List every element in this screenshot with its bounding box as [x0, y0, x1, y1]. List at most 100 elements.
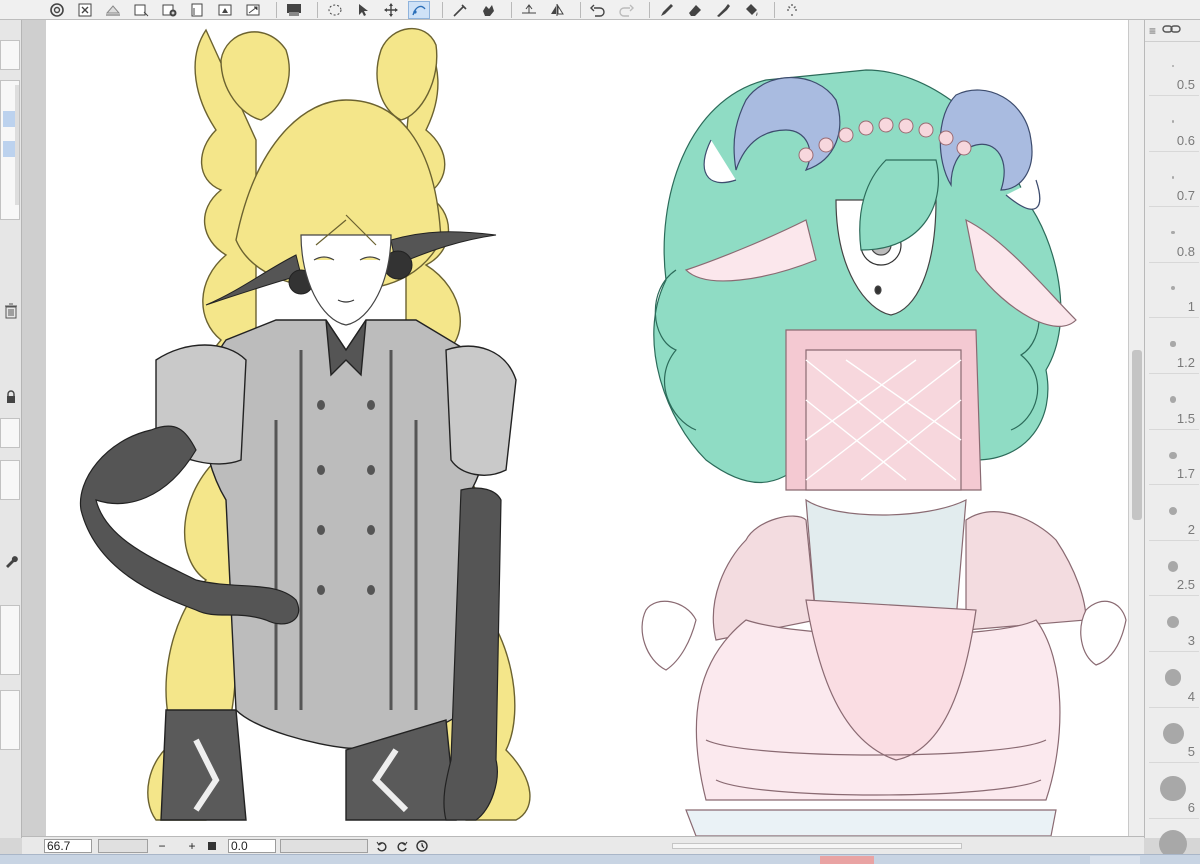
- lasso-select-icon[interactable]: [324, 1, 346, 19]
- brush-size-item[interactable]: 1: [1149, 264, 1199, 319]
- brush-size-label: 0.5: [1176, 77, 1195, 92]
- brush-size-preview-dot: [1167, 561, 1179, 572]
- paint-app-window: ≡ 0.50.60.70.811.21.51.722.534567 66.7 −…: [0, 0, 1200, 864]
- brush-size-preview-dot: [1171, 175, 1175, 179]
- brush-size-panel: ≡ 0.50.60.70.811.21.51.722.534567: [1144, 20, 1200, 864]
- toolbar-divider: [774, 1, 775, 18]
- print-icon[interactable]: [283, 1, 305, 19]
- rotate-right-icon[interactable]: [394, 839, 410, 853]
- brush-size-item[interactable]: 6: [1149, 765, 1199, 819]
- main-toolbar: [0, 0, 1200, 20]
- brush-size-label: 6: [1187, 799, 1195, 815]
- reset-rotation-icon[interactable]: [414, 839, 430, 853]
- brush-size-label: 4: [1187, 688, 1195, 704]
- new-layer-icon[interactable]: [130, 1, 152, 19]
- move-icon[interactable]: [380, 1, 402, 19]
- brush-size-label: 1: [1187, 299, 1195, 315]
- app-logo-icon[interactable]: [46, 1, 68, 19]
- rotate-left-icon[interactable]: [374, 839, 390, 853]
- left-tool-strip: [0, 20, 22, 838]
- brush-size-preview-dot: [1168, 506, 1178, 515]
- zoom-in-button[interactable]: +: [184, 839, 200, 853]
- sub-tool-panel[interactable]: [0, 605, 20, 675]
- trash-icon[interactable]: [2, 302, 20, 320]
- os-taskbar: [0, 854, 1200, 864]
- undo-icon[interactable]: [587, 1, 609, 19]
- brush-size-item[interactable]: 1.7: [1149, 431, 1199, 486]
- hand-icon[interactable]: [477, 1, 499, 19]
- brush-size-item[interactable]: 1.2: [1149, 320, 1199, 374]
- brush-size-item[interactable]: 2.5: [1149, 542, 1199, 597]
- sub-tool-panel[interactable]: [0, 690, 20, 750]
- menu-lines-icon[interactable]: ≡: [1149, 24, 1156, 38]
- panel-header: ≡: [1145, 20, 1200, 42]
- brush-size-item[interactable]: 0.5: [1149, 42, 1199, 96]
- brush-size-item[interactable]: 0.8: [1149, 209, 1199, 263]
- toolbar-divider: [442, 1, 443, 18]
- brush-size-label: 0.8: [1176, 243, 1195, 259]
- layer-list-mini[interactable]: [0, 80, 20, 220]
- brush-size-preview-dot: [1164, 669, 1182, 686]
- brush-size-item[interactable]: 2: [1149, 487, 1199, 541]
- brush-size-label: 2.5: [1176, 577, 1195, 593]
- transform-icon[interactable]: [242, 1, 264, 19]
- horizontal-scrollbar[interactable]: [672, 842, 962, 849]
- brush-size-preview-dot: [1171, 231, 1175, 235]
- tool-property-box[interactable]: [0, 40, 20, 70]
- toolbar-divider: [276, 1, 277, 18]
- canvas-vertical-scrollbar[interactable]: [1128, 20, 1144, 836]
- rotation-field[interactable]: 0.0: [228, 838, 276, 853]
- scrollbar-thumb[interactable]: [1132, 350, 1142, 520]
- zoom-slider[interactable]: [98, 838, 148, 853]
- brush-size-item[interactable]: 0.7: [1149, 153, 1199, 208]
- fill-icon[interactable]: [214, 1, 236, 19]
- rotation-slider[interactable]: [280, 838, 368, 853]
- pen-icon[interactable]: [449, 1, 471, 19]
- drawing-canvas[interactable]: [46, 20, 1128, 836]
- brush-size-item[interactable]: 5: [1149, 709, 1199, 764]
- status-bar: 66.7 − + 0.0: [22, 836, 1144, 854]
- brush-size-label: 0.6: [1176, 132, 1195, 148]
- brush-size-preview-dot: [1169, 451, 1177, 459]
- zoom-out-button[interactable]: −: [154, 839, 170, 853]
- brush-size-preview-dot: [1170, 341, 1176, 347]
- select-arrow-icon[interactable]: [352, 1, 374, 19]
- link-icon[interactable]: [1162, 22, 1182, 40]
- zoom-field[interactable]: 66.7: [44, 838, 92, 853]
- free-transform-icon[interactable]: [408, 0, 430, 19]
- brush-size-preview-dot: [1160, 776, 1186, 802]
- lock-icon[interactable]: [2, 388, 20, 406]
- layer-scrollbar[interactable]: [15, 85, 19, 205]
- redo-icon[interactable]: [615, 1, 637, 19]
- brush-size-label: 2: [1187, 521, 1195, 537]
- pencil-icon[interactable]: [656, 1, 678, 19]
- toolbar-divider: [511, 1, 512, 18]
- brush-size-label: 5: [1187, 744, 1195, 760]
- brush-size-preview-dot: [1171, 120, 1175, 123]
- eraser-icon[interactable]: [684, 1, 706, 19]
- close-icon[interactable]: [74, 1, 96, 19]
- property-field[interactable]: [0, 418, 20, 448]
- brush-size-item[interactable]: 3: [1149, 598, 1199, 652]
- brush-size-item[interactable]: 0.6: [1149, 98, 1199, 152]
- eraser-clear-icon[interactable]: [102, 1, 124, 19]
- canvas-size-icon[interactable]: [186, 1, 208, 19]
- brush-size-item[interactable]: 1.5: [1149, 376, 1199, 430]
- taskbar-tray[interactable]: [1090, 856, 1140, 864]
- brush-size-label: 1.5: [1176, 410, 1195, 426]
- toolbar-divider: [317, 1, 318, 18]
- brush-size-label: 0.7: [1176, 188, 1195, 204]
- toolbar-divider: [649, 1, 650, 18]
- brush-icon[interactable]: [712, 1, 734, 19]
- wrench-icon[interactable]: [2, 552, 20, 570]
- fill-bucket-icon[interactable]: [740, 1, 762, 19]
- ruler-icon[interactable]: [518, 1, 540, 19]
- artwork-illustration: [79, 28, 1127, 836]
- fit-screen-icon[interactable]: [204, 839, 220, 853]
- add-layer-icon[interactable]: [158, 1, 180, 19]
- brush-size-item[interactable]: 4: [1149, 654, 1199, 708]
- flip-icon[interactable]: [546, 1, 568, 19]
- property-field[interactable]: [0, 460, 20, 500]
- brush-size-preview-dot: [1169, 396, 1177, 403]
- taskbar-app-button[interactable]: [820, 856, 874, 864]
